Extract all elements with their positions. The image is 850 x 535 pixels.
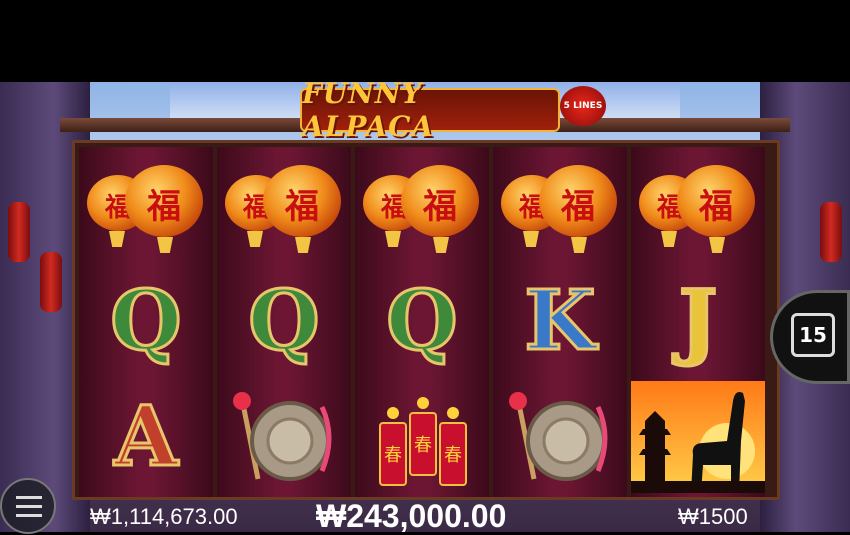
lantern-symbol: 福福: [217, 147, 351, 262]
reel-2: 福福 Q: [217, 147, 351, 497]
letter-j: J: [677, 272, 719, 369]
letter-q: Q: [109, 272, 183, 369]
lantern-symbol: 福福: [79, 147, 213, 262]
letter-q: Q: [247, 272, 321, 369]
gong-symbol: [217, 379, 351, 494]
reel-1: 福福 QA: [79, 147, 213, 497]
letter-a: A: [113, 388, 180, 485]
lines-badge: 5 LINES: [560, 86, 606, 126]
lantern-icon: 福: [125, 165, 203, 237]
firecracker-icon: 春春春: [379, 396, 467, 486]
letter-q: Q: [385, 272, 459, 369]
lantern-icon: 福: [401, 165, 479, 237]
lantern-symbol: 福福: [355, 147, 489, 262]
menu-icon: [16, 496, 42, 499]
letter-a-symbol: A: [79, 379, 213, 494]
alpaca-icon: [631, 380, 765, 493]
bet-value[interactable]: ₩1500: [678, 504, 748, 530]
firecracker-symbol: 春春春: [355, 379, 489, 494]
lines-badge-label: 5 LINES: [563, 101, 603, 111]
gong-symbol: [493, 379, 627, 494]
reel-frame: 福福QA福福Q福福Q春春春福福K福福J: [72, 140, 780, 500]
game-logo: FUNNY ALPACA: [300, 82, 560, 143]
reel-3: 福福Q春春春: [355, 147, 489, 497]
tassel-icon: [523, 231, 539, 247]
free-spins-counter: 15: [791, 313, 835, 357]
tassel-icon: [247, 231, 263, 247]
letter-q-symbol: Q: [217, 263, 351, 378]
lantern-decor-icon: [8, 202, 30, 262]
game-scene: 福福QA福福Q福福Q春春春福福K福福J FUNNY ALPACA 5 LINES: [0, 82, 850, 532]
tassel-icon: [109, 231, 125, 247]
tassel-icon: [433, 237, 449, 253]
tassel-icon: [571, 237, 587, 253]
tassel-icon: [385, 231, 401, 247]
lantern-decor-icon: [40, 252, 62, 312]
reel-4: 福福 K: [493, 147, 627, 497]
letter-j-symbol: J: [631, 263, 765, 378]
tassel-icon: [661, 231, 677, 247]
tassel-icon: [157, 237, 173, 253]
game-title: FUNNY ALPACA: [302, 82, 435, 143]
reel-5: 福福 J: [631, 147, 765, 497]
alpaca-wild-symbol: [631, 379, 765, 494]
letter-q-symbol: Q: [79, 263, 213, 378]
lantern-icon: 福: [539, 165, 617, 237]
letter-k-symbol: K: [493, 263, 627, 378]
tassel-icon: [295, 237, 311, 253]
lantern-symbol: 福福: [631, 147, 765, 262]
svg-text:春: 春: [414, 435, 432, 456]
letter-q-symbol: Q: [355, 263, 489, 378]
balance-value: ₩1,114,673.00: [90, 504, 238, 529]
lantern-decor-icon: [820, 202, 842, 262]
tassel-icon: [709, 237, 725, 253]
lantern-icon: 福: [677, 165, 755, 237]
top-black-bar: [0, 0, 850, 82]
win-value: ₩243,000.00: [316, 498, 507, 534]
gong-icon: [509, 391, 608, 481]
lantern-symbol: 福福: [493, 147, 627, 262]
lantern-icon: 福: [263, 165, 341, 237]
svg-text:春: 春: [384, 445, 402, 466]
gong-icon: [233, 391, 332, 481]
bottom-bar: ₩1,114,673.00 ₩243,000.00 ₩1500: [0, 498, 850, 534]
letter-k: K: [523, 272, 597, 369]
svg-text:春: 春: [444, 445, 462, 466]
